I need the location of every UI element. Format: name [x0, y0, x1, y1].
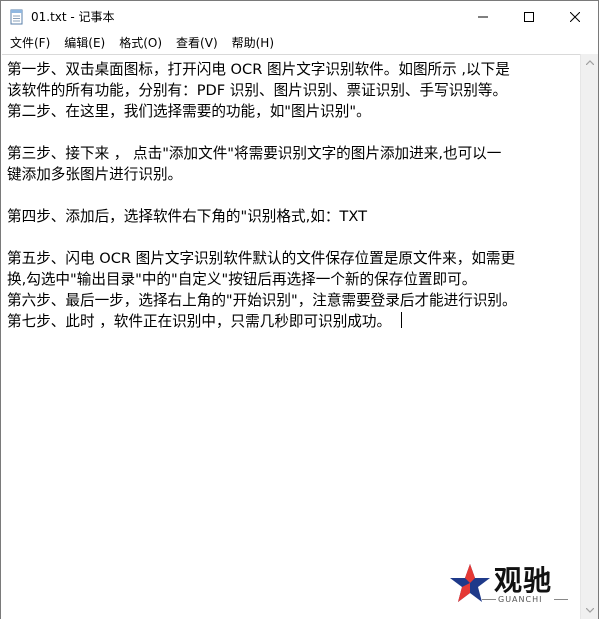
menu-edit[interactable]: 编辑(E)	[57, 34, 112, 51]
minimize-button[interactable]	[460, 1, 506, 32]
watermark-divider-left	[482, 599, 496, 600]
menu-bar: 文件(F) 编辑(E) 格式(O) 查看(V) 帮助(H)	[1, 32, 598, 52]
scroll-down-arrow-icon	[585, 608, 594, 613]
text-line: 换,勾选中"输出目录"中的"自定义"按钮后再选择一个新的保存位置即可。	[7, 271, 477, 288]
text-line: 该软件的所有功能，分别有：PDF 识别、图片识别、票证识别、手写识别等。	[7, 82, 508, 99]
title-bar[interactable]: 01.txt - 记事本	[1, 1, 598, 32]
scroll-up-button[interactable]	[581, 54, 598, 71]
text-editor-area[interactable]: 第一步、双击桌面图标，打开闪电 OCR 图片文字识别软件。如图所示 ,以下是 该…	[2, 54, 580, 619]
watermark-divider-right	[554, 599, 568, 600]
text-line	[7, 122, 576, 143]
menu-view[interactable]: 查看(V)	[169, 34, 225, 51]
maximize-button[interactable]	[506, 1, 552, 32]
text-line: 第二步、在这里，我们选择需要的功能，如"图片识别"。	[7, 103, 371, 120]
text-line: 键添加多张图片进行识别。	[7, 166, 183, 183]
close-button[interactable]	[552, 1, 598, 32]
watermark-sub: GUANCHI	[498, 595, 543, 604]
text-line: 第六步、最后一步，选择右上角的"开始识别"，注意需要登录后才能进行识别。	[7, 292, 517, 309]
watermark-brand: 观驰	[494, 564, 553, 597]
text-line: 第五步、闪电 OCR 图片文字识别软件默认的文件保存位置是原文件来，如需更	[7, 250, 516, 267]
vertical-scrollbar[interactable]	[580, 54, 598, 619]
text-line	[7, 185, 576, 206]
text-line-last: 第七步、此时 ，软件正在识别中，只需几秒即可识别成功。	[7, 311, 576, 332]
text-line-content: 第七步、此时 ，软件正在识别中，只需几秒即可识别成功。	[7, 313, 392, 330]
maximize-icon	[524, 11, 534, 22]
text-line	[7, 227, 576, 248]
text-line: 第三步、接下来 ， 点击"添加文件"将需要识别文字的图片添加进来,也可以一	[7, 145, 502, 162]
window-title: 01.txt - 记事本	[31, 10, 115, 24]
minimize-icon	[478, 16, 488, 17]
text-line: 第四步、添加后，选择软件右下角的"识别格式,如：TXT	[7, 208, 367, 225]
scroll-up-arrow-icon	[585, 60, 594, 65]
menu-format[interactable]: 格式(O)	[112, 34, 169, 51]
notepad-window: 01.txt - 记事本 文件(F) 编辑(E) 格式(O) 查看(V) 帮助(…	[0, 0, 599, 619]
scroll-down-button[interactable]	[581, 602, 598, 619]
close-icon	[570, 11, 580, 22]
menu-file[interactable]: 文件(F)	[3, 34, 57, 51]
notepad-icon	[10, 9, 23, 24]
text-line: 第一步、双击桌面图标，打开闪电 OCR 图片文字识别软件。如图所示 ,以下是	[7, 61, 510, 78]
watermark: 观驰 GUANCHI	[442, 555, 578, 613]
text-caret	[401, 312, 403, 328]
menu-help[interactable]: 帮助(H)	[225, 34, 281, 51]
